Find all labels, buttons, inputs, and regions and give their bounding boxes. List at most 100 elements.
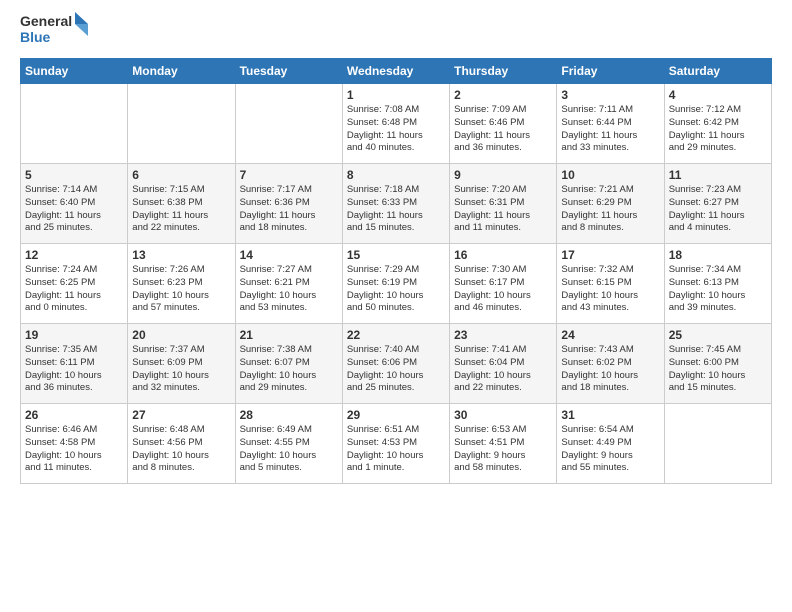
day-number: 5 bbox=[25, 168, 123, 182]
calendar-cell: 16Sunrise: 7:30 AM Sunset: 6:17 PM Dayli… bbox=[450, 244, 557, 324]
day-number: 1 bbox=[347, 88, 445, 102]
calendar-cell: 14 Sunrise: 7:27 AM Sunset: 6:21 PM Dayli… bbox=[235, 244, 342, 324]
day-number: 15 bbox=[347, 248, 445, 262]
calendar-cell: 8 Sunrise: 7:18 AM Sunset: 6:33 PM Daylig… bbox=[342, 164, 449, 244]
day-info: Sunrise: 7:17 AM Sunset: 6:36 PM Dayligh… bbox=[240, 184, 338, 235]
calendar-cell: 12 Sunrise: 7:24 AM Sunset: 6:25 PM Dayli… bbox=[21, 244, 128, 324]
day-number: 6 bbox=[132, 168, 230, 182]
weekday-header-friday: Friday bbox=[557, 59, 664, 84]
day-number: 21 bbox=[240, 328, 338, 342]
page-header: GeneralBlue bbox=[20, 10, 772, 50]
svg-text:Blue: Blue bbox=[20, 29, 51, 45]
calendar-cell: 19Sunrise: 7:35 AM Sunset: 6:11 PM Dayli… bbox=[21, 324, 128, 404]
day-info: Sunrise: 7:34 AM Sunset: 6:13 PM Dayligh… bbox=[669, 264, 767, 315]
day-number: 20 bbox=[132, 328, 230, 342]
day-info: Sunrise: 7:27 AM Sunset: 6:21 PM Dayligh… bbox=[240, 264, 338, 315]
calendar-cell: 2 Sunrise: 7:09 AM Sunset: 6:46 PM Daylig… bbox=[450, 84, 557, 164]
day-number: 30 bbox=[454, 408, 552, 422]
calendar-cell: 5 Sunrise: 7:14 AM Sunset: 6:40 PM Daylig… bbox=[21, 164, 128, 244]
calendar-cell bbox=[664, 404, 771, 484]
calendar-cell: 3Sunrise: 7:11 AM Sunset: 6:44 PM Daylig… bbox=[557, 84, 664, 164]
day-number: 27 bbox=[132, 408, 230, 422]
day-number: 26 bbox=[25, 408, 123, 422]
calendar-cell: 26 Sunrise: 6:46 AM Sunset: 4:58 PM Dayli… bbox=[21, 404, 128, 484]
calendar-cell: 18 Sunrise: 7:34 AM Sunset: 6:13 PM Dayli… bbox=[664, 244, 771, 324]
day-info: Sunrise: 7:11 AM Sunset: 6:44 PM Dayligh… bbox=[561, 104, 659, 155]
day-info: Sunrise: 6:49 AM Sunset: 4:55 PM Dayligh… bbox=[240, 424, 338, 475]
calendar-week-3: 12 Sunrise: 7:24 AM Sunset: 6:25 PM Dayli… bbox=[21, 244, 772, 324]
calendar-cell: 20 Sunrise: 7:37 AM Sunset: 6:09 PM Dayli… bbox=[128, 324, 235, 404]
day-number: 19 bbox=[25, 328, 123, 342]
weekday-header-wednesday: Wednesday bbox=[342, 59, 449, 84]
calendar-cell bbox=[128, 84, 235, 164]
day-number: 29 bbox=[347, 408, 445, 422]
day-info: Sunrise: 7:41 AM Sunset: 6:04 PM Dayligh… bbox=[454, 344, 552, 395]
calendar-cell: 23 Sunrise: 7:41 AM Sunset: 6:04 PM Dayli… bbox=[450, 324, 557, 404]
calendar-week-1: 1 Sunrise: 7:08 AM Sunset: 6:48 PM Daylig… bbox=[21, 84, 772, 164]
calendar-week-5: 26 Sunrise: 6:46 AM Sunset: 4:58 PM Dayli… bbox=[21, 404, 772, 484]
calendar-cell: 6 Sunrise: 7:15 AM Sunset: 6:38 PM Daylig… bbox=[128, 164, 235, 244]
day-info: Sunrise: 7:14 AM Sunset: 6:40 PM Dayligh… bbox=[25, 184, 123, 235]
day-number: 31 bbox=[561, 408, 659, 422]
calendar-cell: 9 Sunrise: 7:20 AM Sunset: 6:31 PM Daylig… bbox=[450, 164, 557, 244]
day-number: 25 bbox=[669, 328, 767, 342]
weekday-header-sunday: Sunday bbox=[21, 59, 128, 84]
day-number: 9 bbox=[454, 168, 552, 182]
calendar-cell: 11Sunrise: 7:23 AM Sunset: 6:27 PM Dayli… bbox=[664, 164, 771, 244]
day-info: Sunrise: 7:09 AM Sunset: 6:46 PM Dayligh… bbox=[454, 104, 552, 155]
day-info: Sunrise: 7:12 AM Sunset: 6:42 PM Dayligh… bbox=[669, 104, 767, 155]
day-info: Sunrise: 7:37 AM Sunset: 6:09 PM Dayligh… bbox=[132, 344, 230, 395]
day-number: 12 bbox=[25, 248, 123, 262]
calendar-cell: 28 Sunrise: 6:49 AM Sunset: 4:55 PM Dayli… bbox=[235, 404, 342, 484]
calendar-week-4: 19Sunrise: 7:35 AM Sunset: 6:11 PM Dayli… bbox=[21, 324, 772, 404]
calendar-table: SundayMondayTuesdayWednesdayThursdayFrid… bbox=[20, 58, 772, 484]
day-info: Sunrise: 7:15 AM Sunset: 6:38 PM Dayligh… bbox=[132, 184, 230, 235]
day-info: Sunrise: 6:51 AM Sunset: 4:53 PM Dayligh… bbox=[347, 424, 445, 475]
calendar-cell bbox=[21, 84, 128, 164]
day-info: Sunrise: 7:29 AM Sunset: 6:19 PM Dayligh… bbox=[347, 264, 445, 315]
day-info: Sunrise: 7:08 AM Sunset: 6:48 PM Dayligh… bbox=[347, 104, 445, 155]
weekday-header-thursday: Thursday bbox=[450, 59, 557, 84]
calendar-week-2: 5 Sunrise: 7:14 AM Sunset: 6:40 PM Daylig… bbox=[21, 164, 772, 244]
day-info: Sunrise: 6:48 AM Sunset: 4:56 PM Dayligh… bbox=[132, 424, 230, 475]
day-number: 24 bbox=[561, 328, 659, 342]
weekday-header-tuesday: Tuesday bbox=[235, 59, 342, 84]
day-info: Sunrise: 7:38 AM Sunset: 6:07 PM Dayligh… bbox=[240, 344, 338, 395]
day-info: Sunrise: 7:21 AM Sunset: 6:29 PM Dayligh… bbox=[561, 184, 659, 235]
day-info: Sunrise: 7:32 AM Sunset: 6:15 PM Dayligh… bbox=[561, 264, 659, 315]
day-number: 13 bbox=[132, 248, 230, 262]
calendar-cell: 22 Sunrise: 7:40 AM Sunset: 6:06 PM Dayli… bbox=[342, 324, 449, 404]
calendar-cell: 29 Sunrise: 6:51 AM Sunset: 4:53 PM Dayli… bbox=[342, 404, 449, 484]
day-number: 22 bbox=[347, 328, 445, 342]
day-number: 28 bbox=[240, 408, 338, 422]
weekday-header-saturday: Saturday bbox=[664, 59, 771, 84]
day-number: 8 bbox=[347, 168, 445, 182]
calendar-cell: 13Sunrise: 7:26 AM Sunset: 6:23 PM Dayli… bbox=[128, 244, 235, 324]
day-number: 17 bbox=[561, 248, 659, 262]
day-number: 2 bbox=[454, 88, 552, 102]
day-info: Sunrise: 7:40 AM Sunset: 6:06 PM Dayligh… bbox=[347, 344, 445, 395]
calendar-cell: 30Sunrise: 6:53 AM Sunset: 4:51 PM Dayli… bbox=[450, 404, 557, 484]
day-info: Sunrise: 7:18 AM Sunset: 6:33 PM Dayligh… bbox=[347, 184, 445, 235]
weekday-header-row: SundayMondayTuesdayWednesdayThursdayFrid… bbox=[21, 59, 772, 84]
calendar-cell: 15 Sunrise: 7:29 AM Sunset: 6:19 PM Dayli… bbox=[342, 244, 449, 324]
day-number: 14 bbox=[240, 248, 338, 262]
calendar-cell: 31 Sunrise: 6:54 AM Sunset: 4:49 PM Dayli… bbox=[557, 404, 664, 484]
day-number: 23 bbox=[454, 328, 552, 342]
day-info: Sunrise: 6:54 AM Sunset: 4:49 PM Dayligh… bbox=[561, 424, 659, 475]
day-number: 7 bbox=[240, 168, 338, 182]
day-number: 18 bbox=[669, 248, 767, 262]
day-info: Sunrise: 6:46 AM Sunset: 4:58 PM Dayligh… bbox=[25, 424, 123, 475]
day-info: Sunrise: 7:24 AM Sunset: 6:25 PM Dayligh… bbox=[25, 264, 123, 315]
logo: GeneralBlue bbox=[20, 10, 90, 50]
day-info: Sunrise: 7:30 AM Sunset: 6:17 PM Dayligh… bbox=[454, 264, 552, 315]
day-info: Sunrise: 7:23 AM Sunset: 6:27 PM Dayligh… bbox=[669, 184, 767, 235]
calendar-cell: 27 Sunrise: 6:48 AM Sunset: 4:56 PM Dayli… bbox=[128, 404, 235, 484]
logo-svg: GeneralBlue bbox=[20, 10, 90, 50]
weekday-header-monday: Monday bbox=[128, 59, 235, 84]
calendar-cell: 7 Sunrise: 7:17 AM Sunset: 6:36 PM Daylig… bbox=[235, 164, 342, 244]
day-info: Sunrise: 7:45 AM Sunset: 6:00 PM Dayligh… bbox=[669, 344, 767, 395]
calendar-cell: 21 Sunrise: 7:38 AM Sunset: 6:07 PM Dayli… bbox=[235, 324, 342, 404]
day-info: Sunrise: 7:20 AM Sunset: 6:31 PM Dayligh… bbox=[454, 184, 552, 235]
day-number: 4 bbox=[669, 88, 767, 102]
